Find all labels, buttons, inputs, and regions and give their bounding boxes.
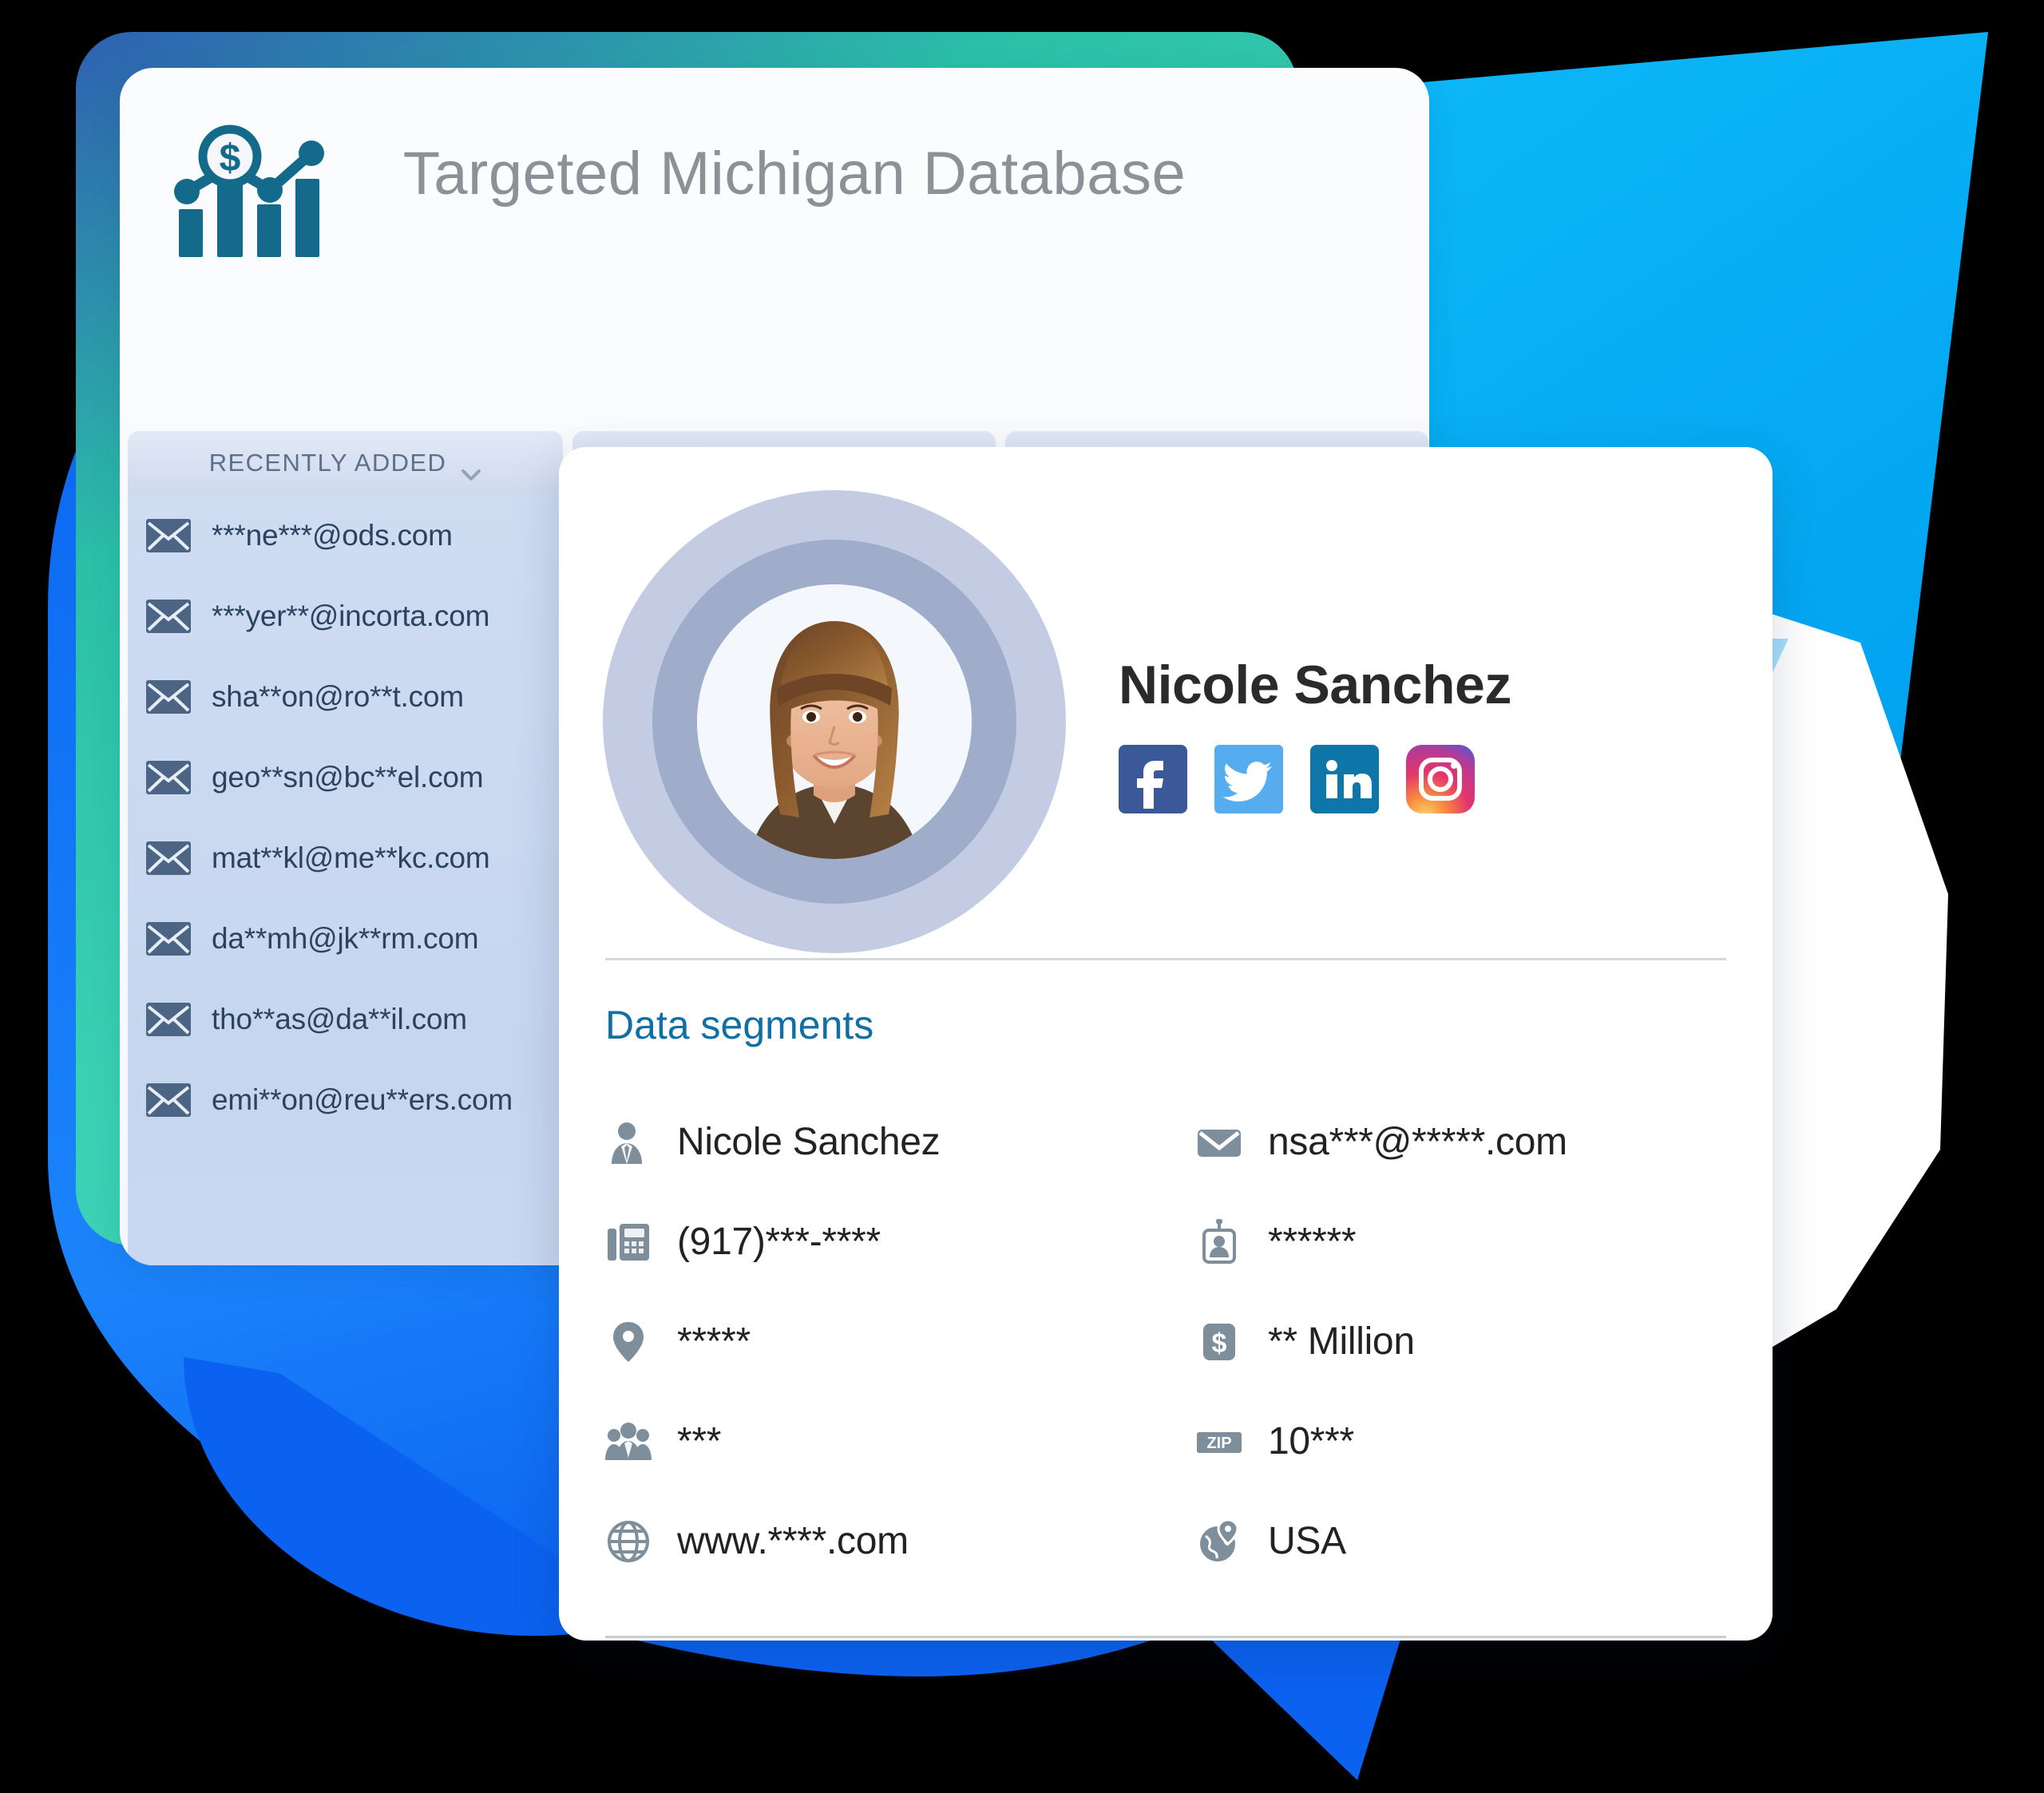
location-pin-icon	[605, 1319, 652, 1365]
list-item[interactable]: geo**sn@bc**el.com	[128, 737, 563, 817]
column-tab-recently-added[interactable]: RECENTLY ADDED	[128, 431, 563, 495]
data-segments-grid: Nicole Sanchez (917)***-**** ***** *** w…	[559, 1048, 1773, 1591]
zip-icon: ZIP	[1196, 1419, 1242, 1465]
envelope-icon	[1196, 1119, 1242, 1166]
svg-text:$: $	[220, 137, 241, 180]
segment-value: www.****.com	[677, 1520, 909, 1562]
linkedin-icon[interactable]	[1310, 745, 1379, 813]
globe-pin-icon	[1196, 1518, 1242, 1565]
segment-value: ***	[677, 1420, 722, 1463]
segment-value: (917)***-****	[677, 1221, 881, 1263]
globe-icon	[605, 1518, 652, 1565]
email-address: ***yer**@incorta.com	[212, 599, 490, 632]
envelope-icon	[146, 841, 191, 875]
email-address: mat**kl@me**kc.com	[212, 841, 490, 874]
envelope-icon	[146, 1083, 191, 1117]
people-group-icon	[605, 1419, 652, 1465]
segment-row-revenue: $ ** Million	[1196, 1292, 1773, 1391]
email-address: da**mh@jk**rm.com	[212, 921, 479, 955]
segment-row-group: ***	[605, 1391, 1196, 1491]
envelope-icon	[146, 599, 191, 633]
fax-icon	[605, 1219, 652, 1265]
facebook-icon[interactable]	[1119, 745, 1187, 813]
profile-bottom-divider	[605, 1636, 1726, 1638]
segment-row-website: www.****.com	[605, 1491, 1196, 1591]
chevron-down-icon	[461, 459, 481, 481]
segment-row-country: USA	[1196, 1491, 1773, 1591]
envelope-icon	[146, 760, 191, 794]
segment-row-title: ******	[1196, 1192, 1773, 1292]
profile-header: Nicole Sanchez	[559, 447, 1773, 958]
list-item[interactable]: emi**on@reu**ers.com	[128, 1059, 563, 1140]
email-address: tho**as@da**il.com	[212, 1002, 467, 1035]
page-title: Targeted Michigan Database	[402, 140, 1186, 208]
list-item[interactable]: ***yer**@incorta.com	[128, 576, 563, 656]
data-segments-left-column: Nicole Sanchez (917)***-**** ***** *** w…	[605, 1092, 1196, 1591]
segment-value: ******	[1268, 1221, 1357, 1263]
profile-card: Nicole Sanchez Data segments Nicole Sanc…	[559, 447, 1773, 1641]
list-item[interactable]: mat**kl@me**kc.com	[128, 817, 563, 898]
list-item[interactable]: sha**on@ro**t.com	[128, 656, 563, 737]
segment-value: ** Million	[1268, 1320, 1415, 1363]
envelope-icon	[146, 679, 191, 714]
profile-identity: Nicole Sanchez	[1066, 630, 1511, 813]
card-header: $ Targeted Michigan Database	[120, 68, 1429, 367]
list-item[interactable]: ***ne***@ods.com	[128, 495, 563, 576]
id-badge-icon	[1196, 1217, 1242, 1265]
segment-row-phone: (917)***-****	[605, 1192, 1196, 1292]
segment-value: USA	[1268, 1520, 1346, 1562]
svg-text:ZIP: ZIP	[1206, 1435, 1231, 1452]
list-item[interactable]: da**mh@jk**rm.com	[128, 898, 563, 979]
profile-photo-illustration	[697, 584, 972, 859]
segment-row-zip: ZIP 10***	[1196, 1391, 1773, 1491]
segment-value: 10***	[1268, 1420, 1354, 1463]
segment-value: nsa***@*****.com	[1268, 1121, 1567, 1163]
envelope-icon	[146, 1002, 191, 1036]
bar-chart-dollar-icon: $	[168, 120, 327, 263]
column-tab-label: RECENTLY ADDED	[208, 449, 447, 477]
person-name: Nicole Sanchez	[1119, 655, 1511, 715]
avatar-photo	[697, 584, 972, 859]
segment-row-name: Nicole Sanchez	[605, 1092, 1196, 1192]
segment-row-email: nsa***@*****.com	[1196, 1092, 1773, 1192]
email-address: geo**sn@bc**el.com	[212, 760, 484, 794]
data-segments-heading: Data segments	[605, 1003, 874, 1047]
twitter-icon[interactable]	[1214, 745, 1283, 813]
data-segments-right-column: nsa***@*****.com ****** $ ** Million ZIP…	[1196, 1092, 1773, 1591]
svg-text:$: $	[1212, 1328, 1227, 1359]
segment-row-location: *****	[605, 1292, 1196, 1391]
screenshot-root: $ Targeted Michigan Database RECENTLY AD…	[0, 0, 2044, 1793]
segment-value: *****	[677, 1320, 751, 1363]
list-item[interactable]: tho**as@da**il.com	[128, 979, 563, 1059]
email-address: emi**on@reu**ers.com	[212, 1083, 513, 1116]
envelope-icon	[146, 518, 191, 552]
social-links	[1119, 745, 1511, 813]
recently-added-email-list: ***ne***@ods.com ***yer**@incorta.com sh…	[128, 495, 563, 1265]
avatar	[603, 490, 1066, 953]
instagram-icon[interactable]	[1406, 745, 1475, 813]
dollar-icon: $	[1196, 1319, 1242, 1365]
email-address: sha**on@ro**t.com	[212, 679, 464, 713]
envelope-icon	[146, 921, 191, 956]
email-address: ***ne***@ods.com	[212, 518, 453, 552]
segment-value: Nicole Sanchez	[677, 1121, 941, 1163]
person-icon	[605, 1119, 652, 1166]
